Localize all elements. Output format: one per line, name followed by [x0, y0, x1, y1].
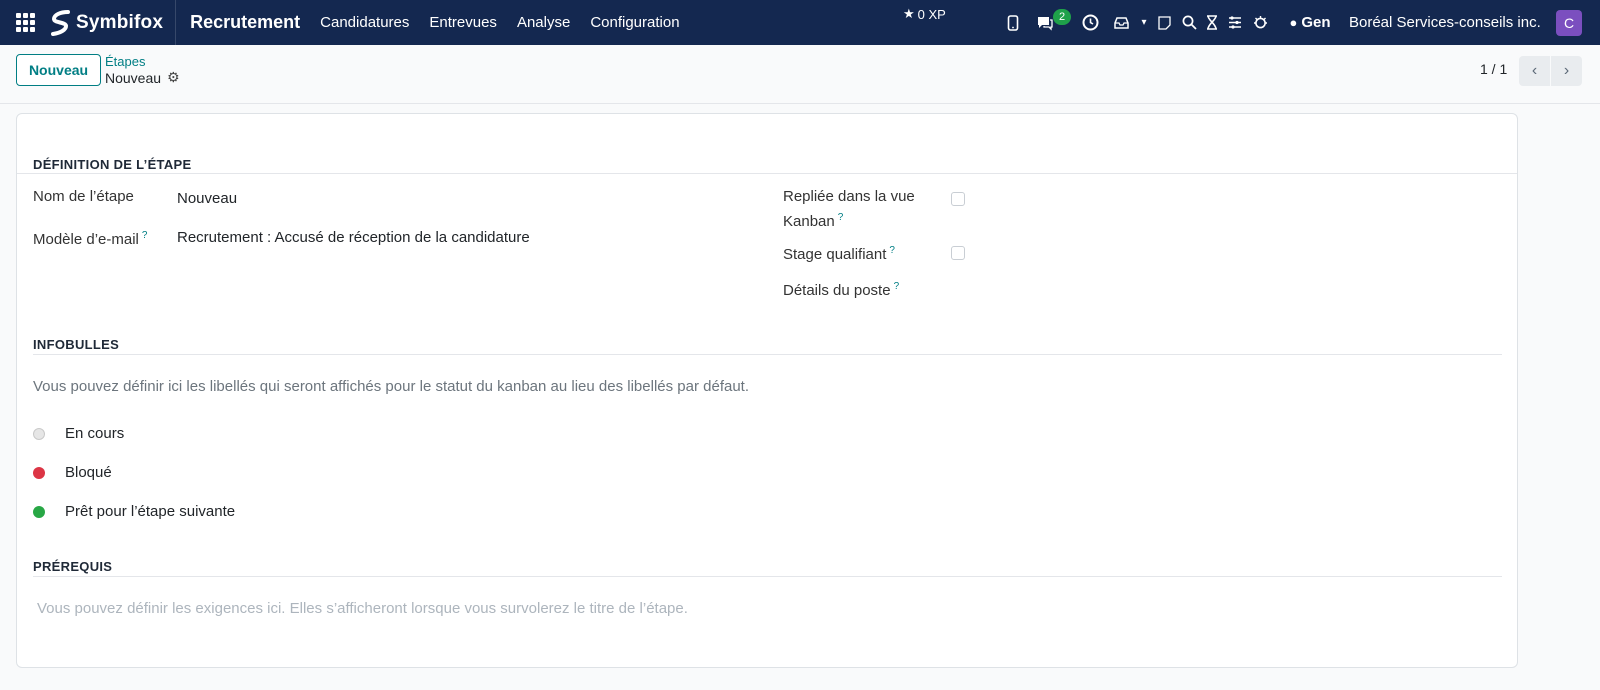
state-in-progress-label[interactable]: En cours	[65, 425, 124, 442]
qualifying-label-text: Stage qualifiant	[783, 246, 887, 263]
folded-label: Repliée dans la vue Kanban?	[783, 186, 915, 232]
top-navbar: Symbifox Recrutement Candidatures Entrev…	[0, 0, 1600, 45]
job-details-label: Détails du poste?	[783, 276, 899, 301]
apps-menu-icon[interactable]	[0, 0, 50, 45]
timer-hourglass-icon[interactable]	[1203, 0, 1221, 45]
job-details-label-text: Détails du poste	[783, 282, 891, 299]
state-blocked-label[interactable]: Bloqué	[65, 464, 112, 481]
folded-checkbox[interactable]	[951, 192, 965, 206]
chevron-right-icon: ›	[1563, 62, 1570, 79]
brand[interactable]: Symbifox	[50, 0, 177, 45]
brand-logo-icon	[51, 9, 70, 36]
email-template-field[interactable]: Recrutement : Accusé de réception de la …	[177, 229, 530, 246]
new-button[interactable]: Nouveau	[16, 54, 101, 86]
pager-next-button[interactable]: ›	[1551, 56, 1582, 86]
inbox-icon[interactable]	[1111, 0, 1131, 45]
email-template-label-text: Modèle d’e-mail	[33, 231, 139, 248]
breadcrumb-parent-link[interactable]: Étapes	[105, 54, 145, 69]
state-blocked[interactable]: Bloqué	[33, 464, 112, 481]
xp-value: 0 XP	[917, 6, 946, 22]
assistant-button[interactable]: ● Gen	[1284, 0, 1336, 45]
help-icon[interactable]: ?	[142, 230, 148, 241]
folded-label-line1: Repliée dans la vue	[783, 188, 915, 205]
section-definition-separator	[17, 173, 1517, 174]
search-icon[interactable]	[1179, 0, 1199, 45]
form-sheet: Définition de l’étape Nom de l’étape Nou…	[16, 113, 1518, 668]
section-definition-title: Définition de l’étape	[33, 157, 192, 172]
state-ready-label[interactable]: Prêt pour l’étape suivante	[65, 503, 235, 520]
status-dot-grey-icon	[33, 427, 45, 440]
messages-badge: 2	[1053, 9, 1072, 25]
user-avatar[interactable]: C	[1556, 10, 1582, 36]
tooltips-note: Vous pouvez définir ici les libellés qui…	[33, 378, 750, 395]
pager-value[interactable]: 1 / 1	[1480, 61, 1507, 77]
chat-bubble-icon: ●	[1289, 15, 1298, 30]
state-in-progress[interactable]: En cours	[33, 425, 124, 442]
activity-clock-icon[interactable]	[1079, 0, 1101, 45]
sliders-icon[interactable]	[1226, 0, 1244, 45]
qualifying-checkbox[interactable]	[951, 246, 965, 260]
caret-down-icon[interactable]: ▾	[1137, 0, 1151, 45]
menu-candidatures[interactable]: Candidatures	[320, 14, 409, 31]
section-tooltips-separator	[33, 354, 1502, 355]
stage-name-field[interactable]: Nouveau	[177, 190, 237, 207]
control-panel: Nouveau Étapes Nouveau ⚙ 1 / 1 ‹ ›	[0, 45, 1600, 104]
stage-name-label: Nom de l’étape	[33, 188, 134, 205]
requirements-field[interactable]: Vous pouvez définir les exigences ici. E…	[37, 600, 688, 617]
help-icon[interactable]: ?	[889, 245, 895, 256]
note-icon[interactable]	[1155, 0, 1173, 45]
menu-analyse[interactable]: Analyse	[517, 14, 570, 31]
star-icon: ★	[903, 6, 915, 21]
email-template-label: Modèle d’e-mail?	[33, 225, 147, 250]
help-icon[interactable]: ?	[894, 281, 900, 292]
brand-name: Symbifox	[76, 11, 164, 33]
messages-icon[interactable]: 2	[1033, 0, 1072, 45]
breadcrumb-current-label: Nouveau	[105, 69, 162, 86]
pager-previous-button[interactable]: ‹	[1519, 56, 1550, 86]
gear-icon[interactable]: ⚙	[167, 69, 180, 86]
company-switcher[interactable]: Boréal Services-conseils inc.	[1349, 0, 1541, 45]
status-dot-green-icon	[33, 505, 45, 518]
section-requirements-title: Prérequis	[33, 559, 113, 574]
menu-configuration[interactable]: Configuration	[590, 14, 679, 31]
xp-indicator[interactable]: ★ 0 XP	[903, 6, 946, 22]
phone-icon[interactable]	[1003, 0, 1023, 45]
app-title[interactable]: Recrutement	[190, 12, 300, 33]
section-requirements-separator	[33, 576, 1502, 577]
section-tooltips-title: Infobulles	[33, 337, 120, 352]
bug-icon[interactable]	[1251, 0, 1269, 45]
folded-label-line2: Kanban	[783, 213, 835, 230]
status-dot-red-icon	[33, 466, 45, 479]
qualifying-label: Stage qualifiant?	[783, 240, 895, 265]
assistant-label: Gen	[1301, 14, 1331, 31]
menu-entrevues[interactable]: Entrevues	[429, 14, 497, 31]
breadcrumb-current: Nouveau ⚙	[105, 69, 180, 86]
help-icon[interactable]: ?	[838, 212, 844, 223]
state-ready[interactable]: Prêt pour l’étape suivante	[33, 503, 235, 520]
chevron-left-icon: ‹	[1531, 62, 1538, 79]
